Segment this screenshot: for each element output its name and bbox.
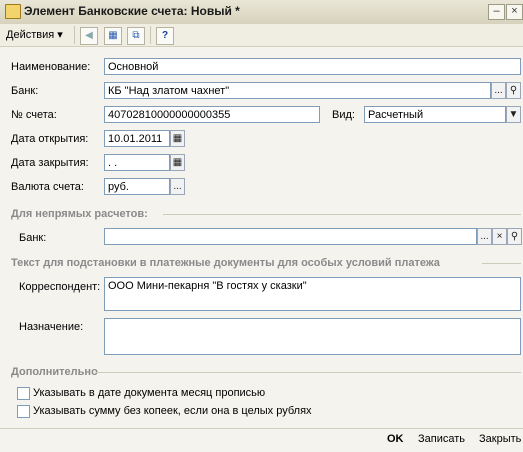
currency-field[interactable]: руб.: [104, 178, 170, 195]
open-date-label: Дата открытия:: [11, 133, 89, 145]
purpose-label: Назначение:: [19, 321, 84, 333]
bank-field[interactable]: КБ "Над златом чахнет": [104, 82, 491, 99]
close-icon[interactable]: ×: [506, 4, 523, 20]
toolbar-separator: [74, 26, 75, 44]
section-divider: [96, 372, 521, 373]
close-date-field[interactable]: . .: [104, 154, 170, 171]
section-divider: [163, 214, 521, 215]
chevron-down-icon[interactable]: ▼: [506, 106, 521, 123]
account-label: № счета:: [11, 109, 57, 121]
currency-select-button[interactable]: ...: [170, 178, 185, 195]
calendar-icon[interactable]: ▦: [170, 130, 185, 147]
type-select[interactable]: Расчетный: [364, 106, 506, 123]
window-title: Элемент Банковские счета: Новый *: [24, 4, 240, 18]
back-arrow-icon[interactable]: ◀: [80, 27, 98, 45]
toolbar: [0, 24, 523, 47]
copy-icon[interactable]: ⧉: [127, 27, 145, 45]
ok-button[interactable]: OK: [387, 433, 404, 445]
month-in-words-checkbox[interactable]: [17, 387, 30, 400]
close-date-label: Дата закрытия:: [11, 157, 89, 169]
indirect-section-title: Для непрямых расчетов:: [11, 208, 148, 220]
name-label: Наименование:: [11, 61, 91, 73]
month-in-words-label: Указывать в дате документа месяц пропись…: [33, 387, 266, 399]
indirect-bank-select-button[interactable]: ...: [477, 228, 492, 245]
clear-icon[interactable]: ×: [492, 228, 507, 245]
bank-select-button[interactable]: ...: [491, 82, 506, 99]
indirect-bank-label: Банк:: [19, 232, 47, 244]
toolbar-separator: [150, 26, 151, 44]
correspondent-field[interactable]: ООО Мини-пекарня "В гостях у сказки": [104, 277, 521, 311]
name-field[interactable]: Основной: [104, 58, 521, 75]
correspondent-label: Корреспондент:: [19, 281, 101, 293]
currency-label: Валюта счета:: [11, 181, 84, 193]
structure-icon[interactable]: ▦: [104, 27, 122, 45]
actions-menu-button[interactable]: Действия ▾: [6, 28, 63, 41]
section-divider: [482, 263, 521, 264]
account-field[interactable]: 40702810000000000355: [104, 106, 320, 123]
no-kopecks-checkbox[interactable]: [17, 405, 30, 418]
open-date-field[interactable]: 10.01.2011: [104, 130, 170, 147]
purpose-field[interactable]: [104, 318, 521, 355]
catalog-icon: [5, 4, 21, 19]
type-label: Вид:: [332, 109, 355, 121]
calendar-icon[interactable]: ▦: [170, 154, 185, 171]
no-kopecks-label: Указывать сумму без копеек, если она в ц…: [33, 405, 312, 417]
close-button[interactable]: Закрыть: [479, 433, 521, 445]
save-button[interactable]: Записать: [418, 433, 465, 445]
search-icon[interactable]: ⚲: [506, 82, 521, 99]
bank-label: Банк:: [11, 85, 39, 97]
extra-section-title: Дополнительно: [11, 366, 98, 378]
search-icon[interactable]: ⚲: [507, 228, 522, 245]
payment-text-section-title: Текст для подстановки в платежные докуме…: [11, 257, 440, 269]
help-icon[interactable]: ?: [156, 27, 174, 45]
minimize-icon[interactable]: –: [488, 4, 505, 20]
indirect-bank-field[interactable]: [104, 228, 477, 245]
